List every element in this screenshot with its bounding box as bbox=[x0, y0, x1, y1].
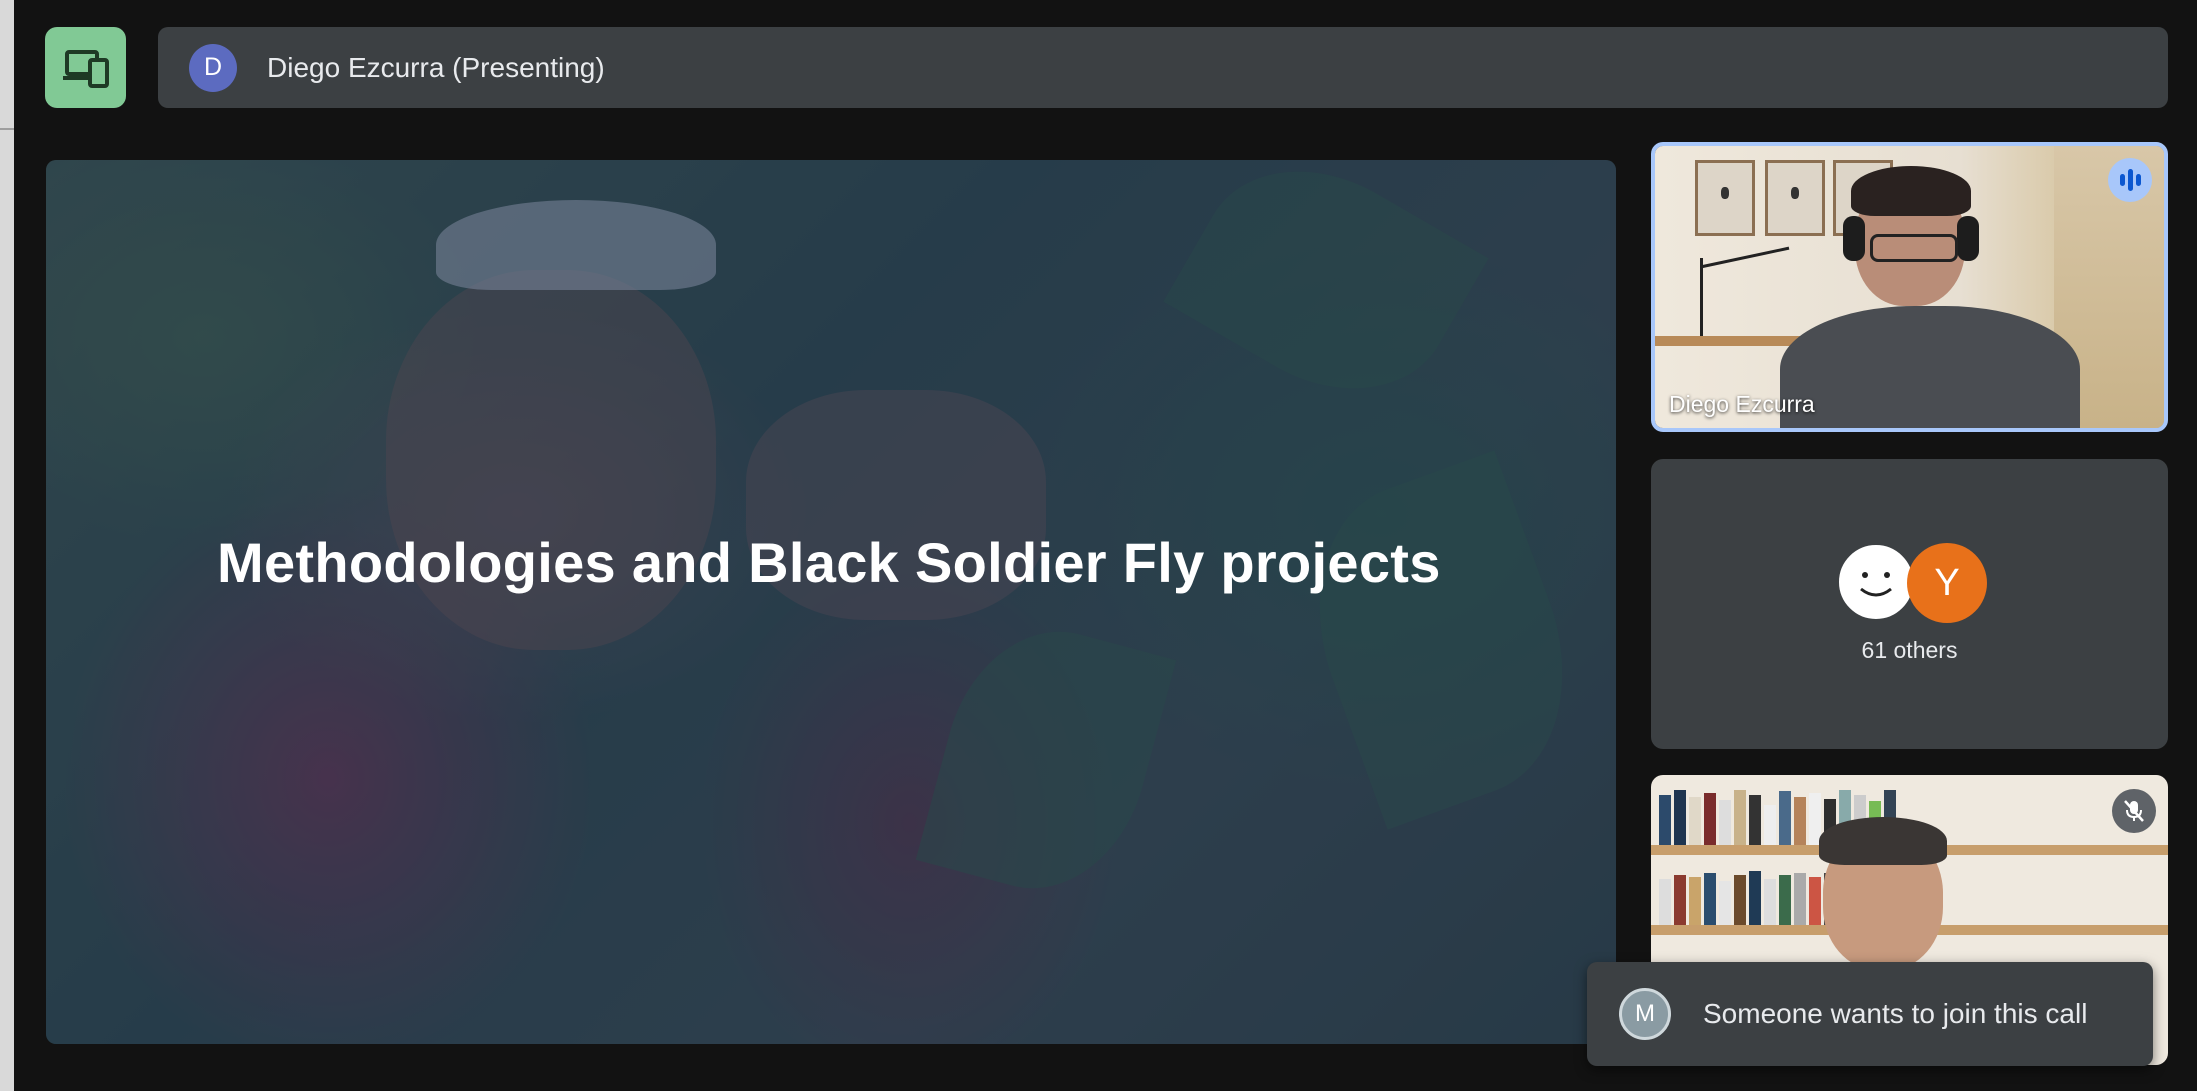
audio-level-icon bbox=[2108, 158, 2152, 202]
smiley-avatar-icon bbox=[1837, 543, 1915, 621]
devices-icon bbox=[62, 49, 109, 88]
slide-title: Methodologies and Black Soldier Fly proj… bbox=[217, 531, 1441, 594]
participant-tile-others[interactable]: Y 61 others bbox=[1651, 459, 2168, 749]
presentation-stage[interactable]: Methodologies and Black Soldier Fly proj… bbox=[46, 160, 1616, 1044]
present-now-button[interactable] bbox=[45, 27, 126, 108]
presenter-avatar: D bbox=[189, 43, 237, 92]
presenter-label: Diego Ezcurra (Presenting) bbox=[267, 51, 605, 83]
others-count-label: 61 others bbox=[1861, 637, 1958, 663]
others-avatar-stack: Y bbox=[1837, 543, 1991, 623]
mic-off-icon bbox=[2112, 789, 2156, 833]
requester-avatar: M bbox=[1619, 988, 1671, 1040]
speaker-video bbox=[1780, 306, 2080, 428]
browser-edge bbox=[0, 0, 14, 1091]
join-request-notification[interactable]: M Someone wants to join this call bbox=[1587, 962, 2153, 1066]
presenter-bar: D Diego Ezcurra (Presenting) bbox=[158, 27, 2168, 108]
participant-avatar: Y bbox=[1907, 543, 1987, 623]
participant-tile-speaker[interactable]: Diego Ezcurra bbox=[1651, 142, 2168, 432]
wall-frame bbox=[1765, 160, 1825, 236]
join-request-text: Someone wants to join this call bbox=[1703, 998, 2088, 1029]
participant-name: Diego Ezcurra bbox=[1669, 391, 1815, 417]
wall-frame bbox=[1695, 160, 1755, 236]
